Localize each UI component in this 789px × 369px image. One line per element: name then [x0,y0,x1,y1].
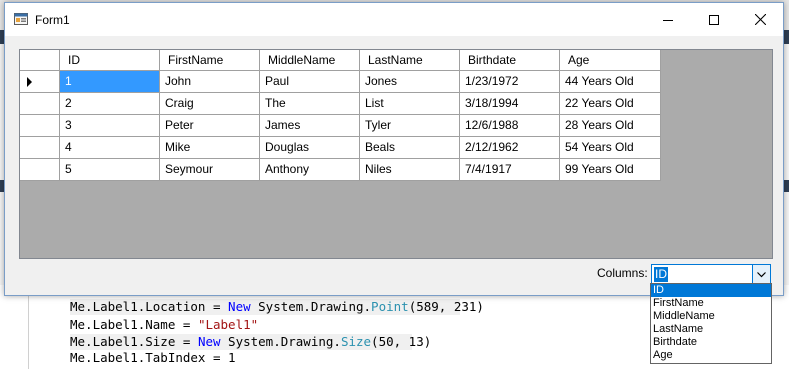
table-cell[interactable]: James [260,115,360,137]
row-header[interactable] [20,115,60,137]
window-title: Form1 [35,13,70,27]
columns-dropdown-button[interactable] [752,265,770,284]
code-line: Me.Label1.Name = "Label1" [70,317,259,332]
table-row[interactable]: 4 Mike Douglas Beals 2/12/1962 54 Years … [20,137,661,159]
dropdown-option-birthdate[interactable]: Birthdate [651,336,771,349]
column-header-firstname[interactable]: FirstName [160,50,260,71]
table-cell[interactable]: 28 Years Old [560,115,661,137]
grid-corner-header[interactable] [20,50,60,71]
dropdown-option-age[interactable]: Age [651,349,771,362]
table-cell[interactable]: Anthony [260,159,360,181]
table-cell[interactable]: Craig [160,93,260,115]
close-icon [754,14,766,25]
table-cell[interactable]: Niles [360,159,460,181]
column-header-age[interactable]: Age [560,50,661,71]
table-cell[interactable]: Paul [260,71,360,93]
code-line: Me.Label1.Size = New System.Drawing.Size… [70,334,432,350]
table-cell[interactable]: 99 Years Old [560,159,661,181]
table-cell[interactable]: 54 Years Old [560,137,661,159]
row-header[interactable] [20,137,60,159]
table-cell[interactable]: 12/6/1988 [460,115,560,137]
minimize-button[interactable] [645,3,691,36]
table-cell[interactable]: 1 [60,71,160,93]
row-header[interactable] [20,93,60,115]
table-row[interactable]: 2 Craig The List 3/18/1994 22 Years Old [20,93,661,115]
table-cell[interactable]: Douglas [260,137,360,159]
column-header-middlename[interactable]: MiddleName [260,50,360,71]
table-cell[interactable]: 7/4/1917 [460,159,560,181]
table-cell[interactable]: 44 Years Old [560,71,661,93]
columns-dropdown-list[interactable]: ID FirstName MiddleName LastName Birthda… [650,283,772,364]
title-bar[interactable]: Form1 [5,3,783,36]
table-cell[interactable]: Seymour [160,159,260,181]
code-line: Me.Label1.TabIndex = 1 [70,350,236,365]
row-header[interactable] [20,71,60,93]
table-cell[interactable]: Peter [160,115,260,137]
table-cell[interactable]: 22 Years Old [560,93,661,115]
grid-header-row: ID FirstName MiddleName LastName Birthda… [20,50,661,71]
dropdown-option-lastname[interactable]: LastName [651,323,771,336]
form-window: Form1 ID FirstName MiddleName LastName B… [4,2,784,296]
dropdown-option-firstname[interactable]: FirstName [651,297,771,310]
table-cell[interactable]: Mike [160,137,260,159]
table-cell[interactable]: 2 [60,93,160,115]
chevron-down-icon [757,271,766,277]
columns-combobox[interactable]: ID [651,264,771,285]
dropdown-option-id[interactable]: ID [651,284,771,297]
current-row-arrow-icon [27,77,32,87]
people-data-grid[interactable]: ID FirstName MiddleName LastName Birthda… [19,49,773,259]
table-cell[interactable]: Jones [360,71,460,93]
table-cell[interactable]: 4 [60,137,160,159]
dropdown-option-middlename[interactable]: MiddleName [651,310,771,323]
table-cell[interactable]: List [360,93,460,115]
table-cell[interactable]: Beals [360,137,460,159]
close-button[interactable] [737,3,783,36]
maximize-icon [709,14,719,25]
column-header-lastname[interactable]: LastName [360,50,460,71]
column-header-id[interactable]: ID [60,50,160,71]
code-gutter [28,285,29,369]
columns-combobox-value: ID [654,267,668,282]
table-cell[interactable]: The [260,93,360,115]
code-line: Me.Label1.Location = New System.Drawing.… [70,299,484,315]
column-header-birthdate[interactable]: Birthdate [460,50,560,71]
row-header[interactable] [20,159,60,181]
maximize-button[interactable] [691,3,737,36]
table-row[interactable]: 1 John Paul Jones 1/23/1972 44 Years Old [20,71,661,93]
table-row[interactable]: 5 Seymour Anthony Niles 7/4/1917 99 Year… [20,159,661,181]
table-cell[interactable]: 5 [60,159,160,181]
table-cell[interactable]: Tyler [360,115,460,137]
table-cell[interactable]: 1/23/1972 [460,71,560,93]
table-cell[interactable]: 3 [60,115,160,137]
table-cell[interactable]: 3/18/1994 [460,93,560,115]
minimize-icon [663,19,673,21]
table-cell[interactable]: 2/12/1962 [460,137,560,159]
columns-label: Columns: [597,266,648,280]
winforms-app-icon [14,13,28,25]
table-row[interactable]: 3 Peter James Tyler 12/6/1988 28 Years O… [20,115,661,137]
table-cell[interactable]: John [160,71,260,93]
